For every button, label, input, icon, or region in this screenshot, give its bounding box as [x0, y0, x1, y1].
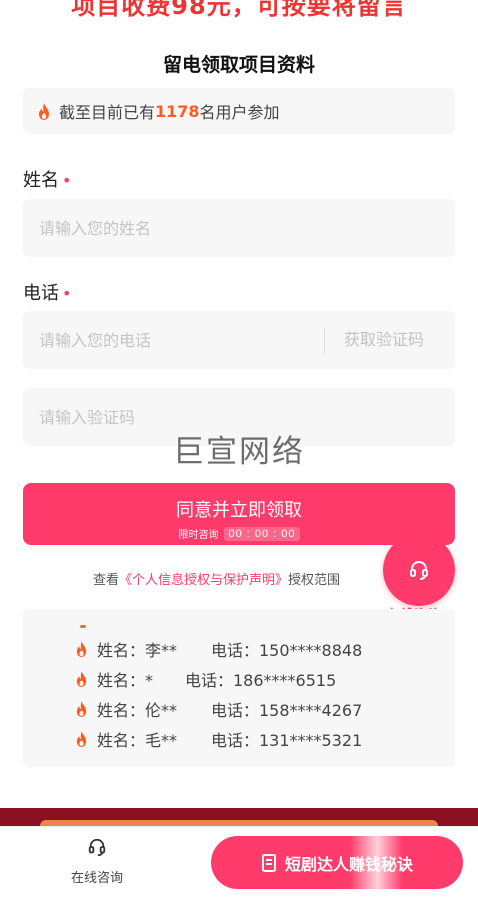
ticker-phone: 电话：186****6515 — [185, 671, 337, 690]
ticker-row: 姓名：李** 电话：150****8848 — [75, 637, 362, 661]
ticker-row: 姓名：* 电话：186****6515 — [75, 667, 336, 691]
bottom-bar: 在线咨询 短剧达人赚钱秘诀 — [0, 826, 478, 897]
participant-prefix: 截至目前已有 — [59, 103, 156, 122]
recent-signups-ticker: 姓名：李** 电话：150****8848 姓名：* 电话：186****6515 … — [23, 609, 455, 767]
floating-consult-button[interactable] — [383, 534, 455, 606]
name-label-text: 姓名 — [23, 170, 59, 191]
top-banner-text: 项目收费98元，可按要将留言 — [71, 0, 407, 20]
agreement-text: 查看《个人信息授权与保护声明》授权范围 — [93, 569, 340, 588]
money-secret-label: 短剧达人赚钱秘诀 — [284, 854, 413, 874]
fire-icon — [76, 671, 87, 687]
submit-button[interactable]: 同意并立即领取 限时咨询 00 : 00 : 00 — [23, 483, 455, 545]
ticker-row: 姓名：毛** 电话：131****5321 — [75, 727, 362, 751]
headset-icon — [88, 838, 106, 857]
ticker-phone: 电话：150****8848 — [211, 641, 363, 660]
fire-icon — [76, 701, 87, 717]
form-title: 留电领取项目资料 — [162, 54, 315, 76]
get-code-button[interactable]: 获取验证码 — [344, 326, 424, 350]
fire-icon — [76, 731, 87, 747]
ticker-name: 姓名：李** — [97, 641, 178, 660]
book-icon — [261, 853, 276, 872]
bottom-consult-label: 在线咨询 — [70, 871, 123, 886]
ticker-phone: 电话：158****4267 — [211, 701, 363, 720]
money-secret-button[interactable]: 短剧达人赚钱秘诀 — [211, 836, 463, 889]
phone-label: 电话 • — [23, 279, 71, 305]
agreement-prefix: 查看 — [93, 573, 120, 588]
countdown-timer: 00 : 00 : 00 — [224, 526, 300, 541]
name-label: 姓名 • — [23, 166, 71, 192]
ticker-phone: 电话：131****5321 — [211, 731, 363, 750]
headset-icon — [410, 561, 428, 580]
name-required-mark: • — [62, 171, 72, 190]
submit-label: 同意并立即领取 — [176, 500, 302, 520]
name-input[interactable] — [23, 199, 455, 257]
phone-required-mark: • — [62, 284, 72, 303]
ticker-row: 姓名：伦** 电话：158****4267 — [75, 697, 362, 721]
privacy-statement-link[interactable]: 《个人信息授权与保护声明》 — [119, 573, 288, 588]
participant-count: 1178 — [155, 101, 200, 121]
phone-label-text: 电话 — [23, 283, 59, 304]
ticker-name: 姓名：* — [97, 671, 154, 690]
ticker-name: 姓名：毛** — [97, 731, 178, 750]
code-divider — [324, 328, 325, 354]
ticker-name: 姓名：伦** — [97, 701, 178, 720]
timer-label: 限时咨询 — [178, 530, 219, 541]
bottom-consult-button[interactable]: 在线咨询 — [55, 837, 139, 886]
agreement-suffix: 授权范围 — [288, 573, 341, 588]
verification-code-input[interactable] — [23, 388, 455, 446]
fire-icon — [76, 641, 87, 657]
participant-suffix: 名用户参加 — [199, 103, 280, 122]
timer-row: 限时咨询 00 : 00 : 00 — [178, 526, 300, 541]
fire-icon — [39, 102, 49, 120]
participant-count-bar: 截至目前已有 1178 名用户参加 — [23, 88, 455, 134]
ticker-scroll-indicator — [80, 625, 86, 628]
